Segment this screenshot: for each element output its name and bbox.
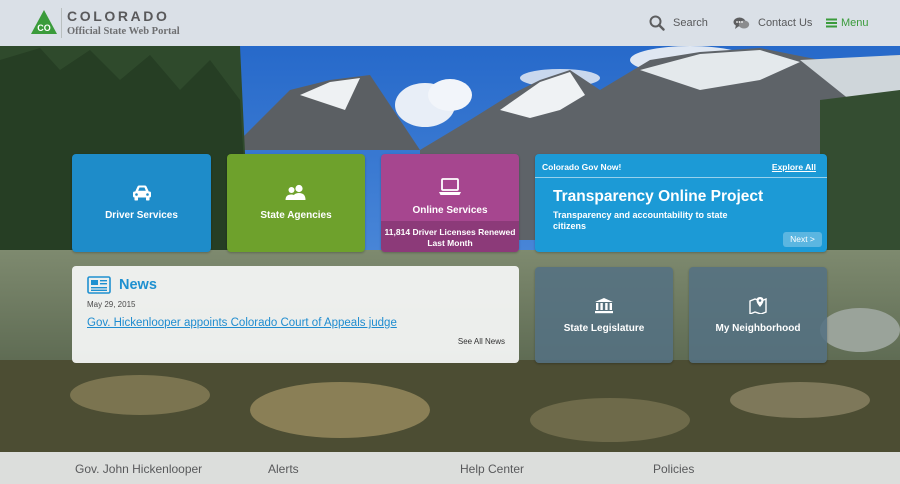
brand-title[interactable]: COLORADO bbox=[67, 8, 169, 24]
contact-us-label: Contact Us bbox=[758, 17, 813, 29]
newspaper-icon bbox=[87, 276, 111, 294]
online-services-stat: 11,814 Driver Licenses Renewed Last Mont… bbox=[381, 221, 519, 252]
online-services-tile[interactable]: Online Services 11,814 Driver Licenses R… bbox=[381, 154, 519, 252]
online-services-label: Online Services bbox=[412, 205, 488, 216]
see-all-news-link[interactable]: See All News bbox=[458, 337, 505, 346]
hamburger-menu-icon bbox=[826, 18, 837, 28]
logo-divider bbox=[61, 8, 62, 38]
state-legislature-label: State Legislature bbox=[563, 323, 645, 334]
logo-text: CO bbox=[37, 23, 51, 33]
map-pin-icon bbox=[749, 297, 767, 314]
my-neighborhood-label: My Neighborhood bbox=[715, 323, 801, 334]
brand-subtitle: Official State Web Portal bbox=[67, 26, 180, 37]
driver-services-tile[interactable]: Driver Services bbox=[72, 154, 211, 252]
driver-services-label: Driver Services bbox=[105, 210, 178, 221]
search-button[interactable]: Search bbox=[649, 13, 708, 33]
car-icon bbox=[132, 185, 151, 201]
state-agencies-tile[interactable]: State Agencies bbox=[227, 154, 365, 252]
site-footer: Gov. John Hickenlooper Alerts Help Cente… bbox=[0, 452, 900, 484]
panel-title: Colorado Gov Now! bbox=[542, 162, 622, 172]
state-legislature-tile[interactable]: State Legislature bbox=[535, 267, 673, 363]
explore-all-link[interactable]: Explore All bbox=[772, 162, 816, 172]
search-icon bbox=[649, 15, 665, 31]
footer-link-help-center[interactable]: Help Center bbox=[460, 462, 524, 476]
people-icon bbox=[285, 184, 306, 200]
search-label: Search bbox=[673, 17, 708, 29]
news-date: May 29, 2015 bbox=[87, 300, 136, 309]
next-button[interactable]: Next > bbox=[783, 232, 822, 247]
menu-label: Menu bbox=[841, 17, 869, 29]
news-heading: News bbox=[119, 277, 157, 293]
footer-link-alerts[interactable]: Alerts bbox=[268, 462, 299, 476]
site-header: CO COLORADO Official State Web Portal Se… bbox=[0, 0, 900, 46]
capitol-building-icon bbox=[595, 298, 613, 314]
feature-description: Transparency and accountability to state… bbox=[553, 210, 728, 231]
news-panel: News May 29, 2015 Gov. Hickenlooper appo… bbox=[72, 266, 519, 363]
my-neighborhood-tile[interactable]: My Neighborhood bbox=[689, 267, 827, 363]
menu-button[interactable]: Menu bbox=[826, 13, 869, 33]
state-agencies-label: State Agencies bbox=[260, 210, 332, 221]
footer-link-governor[interactable]: Gov. John Hickenlooper bbox=[75, 462, 202, 476]
chat-bubbles-icon bbox=[733, 17, 750, 29]
news-headline-link[interactable]: Gov. Hickenlooper appoints Colorado Cour… bbox=[87, 317, 397, 329]
footer-link-policies[interactable]: Policies bbox=[653, 462, 694, 476]
colorado-logo-icon[interactable]: CO bbox=[30, 9, 58, 35]
feature-headline[interactable]: Transparency Online Project bbox=[553, 188, 763, 206]
colorado-gov-now-panel: Colorado Gov Now! Explore All Transparen… bbox=[535, 154, 827, 252]
contact-us-button[interactable]: Contact Us bbox=[733, 13, 812, 33]
panel-header: Colorado Gov Now! Explore All bbox=[535, 154, 827, 178]
laptop-icon bbox=[439, 178, 461, 195]
